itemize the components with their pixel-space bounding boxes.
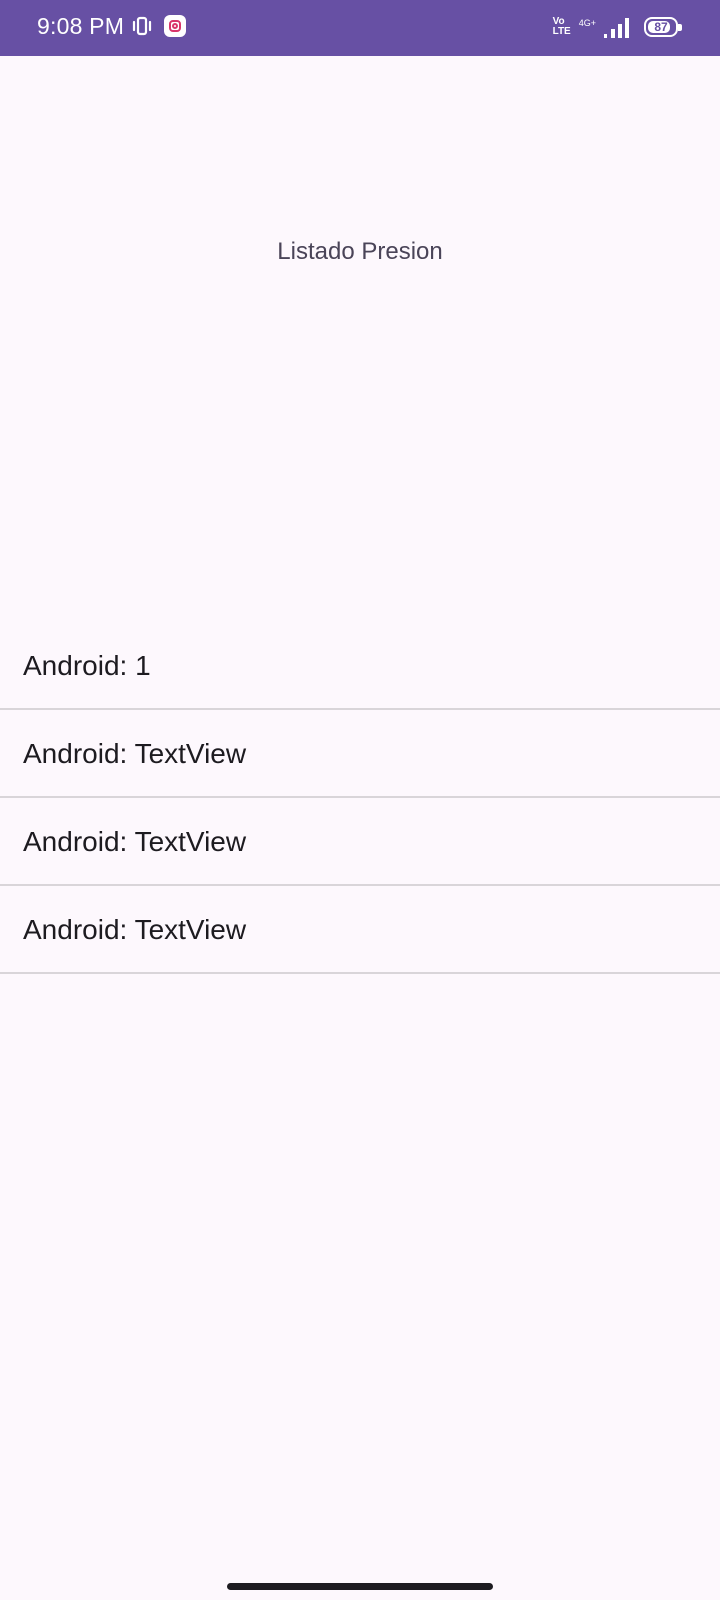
network-type: 4G+ bbox=[578, 18, 596, 28]
page-title: Listado Presion bbox=[277, 238, 443, 265]
list-item-label: Android: TextView bbox=[23, 738, 247, 769]
signal-icon bbox=[604, 18, 629, 38]
vibrate-icon bbox=[132, 16, 152, 36]
list-item[interactable]: Android: TextView bbox=[0, 710, 720, 798]
volte-indicator: Vo LTE bbox=[553, 17, 571, 37]
list-item[interactable]: Android: TextView bbox=[0, 798, 720, 886]
battery-level: 87 bbox=[654, 20, 668, 34]
instagram-icon bbox=[164, 15, 186, 37]
battery-icon: 87 bbox=[644, 17, 682, 37]
list-item-label: Android: TextView bbox=[23, 914, 247, 945]
gesture-nav-handle[interactable] bbox=[227, 1583, 493, 1590]
list-item[interactable]: Android: 1 bbox=[0, 622, 720, 710]
volte-label-bottom: LTE bbox=[552, 26, 571, 37]
status-system-icons: Vo LTE 4G+ 87 bbox=[553, 16, 682, 38]
status-time: 9:08 PM bbox=[37, 13, 125, 39]
status-notification-icons bbox=[130, 14, 186, 38]
item-list: Android: 1 Android: TextView Android: Text… bbox=[0, 622, 720, 974]
battery-tip bbox=[678, 24, 682, 31]
list-item[interactable]: Android: TextView bbox=[0, 886, 720, 974]
list-item-label: Android: 1 bbox=[23, 650, 151, 681]
status-bar: 9:08 PM Vo LTE 4G+ 87 bbox=[0, 0, 720, 56]
list-item-label: Android: TextView bbox=[23, 826, 247, 857]
